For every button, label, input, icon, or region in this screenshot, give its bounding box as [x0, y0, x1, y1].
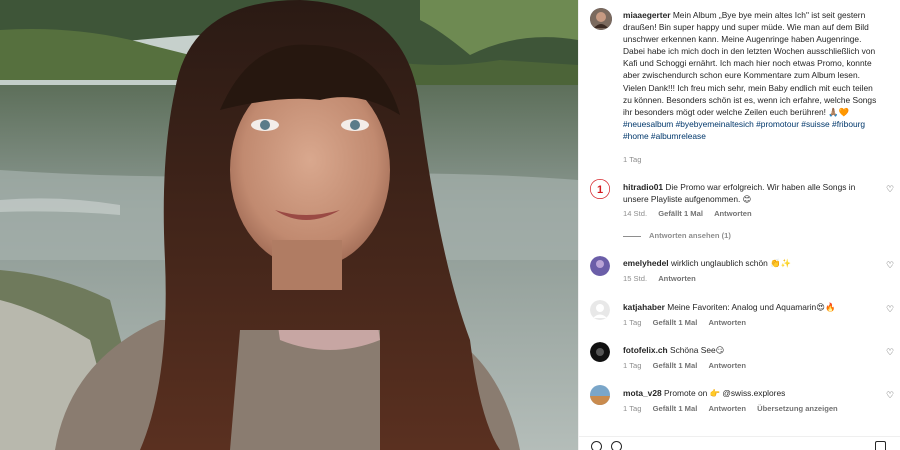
reply-button[interactable]: Antworten [708, 404, 746, 413]
comment-item: emelyhedel wirklich unglaublich schön 👏✨ [623, 257, 875, 269]
comment-avatar[interactable] [590, 256, 610, 276]
replies-divider [623, 235, 641, 237]
comment-meta: 14 Std. Gefällt 1 Mal Antworten [623, 209, 752, 218]
post-caption-text: Mein Album „Bye bye mein altes Ich" ist … [623, 10, 877, 117]
post-photo[interactable] [0, 0, 578, 450]
comment-text: Promote on 👉 @swiss.explores [663, 388, 786, 398]
comment-item: katjahaber Meine Favoriten: Analog und A… [623, 301, 875, 313]
heart-icon[interactable] [591, 441, 602, 450]
comment-item: hitradio01 Die Promo war erfolgreich. Wi… [623, 181, 875, 205]
action-bar [579, 436, 900, 450]
post-author-username[interactable]: miaaegerter [623, 10, 671, 20]
comments-panel: miaaegerter Mein Album „Bye bye mein alt… [578, 0, 900, 450]
comment-like-heart-icon[interactable]: ♡ [886, 347, 894, 358]
comment-item: mota_v28 Promote on 👉 @swiss.explores [623, 387, 875, 399]
comment-username[interactable]: emelyhedel [623, 258, 669, 268]
comment-username[interactable]: mota_v28 [623, 388, 662, 398]
comment-meta: 1 Tag Gefällt 1 Mal Antworten [623, 318, 746, 327]
comment-like-heart-icon[interactable]: ♡ [886, 184, 894, 195]
post-author-avatar[interactable] [590, 8, 612, 30]
comment-likes[interactable]: Gefällt 1 Mal [653, 361, 698, 370]
comment-icon[interactable] [611, 441, 622, 450]
post-time: 1 Tag [623, 155, 642, 164]
comment-username[interactable]: hitradio01 [623, 182, 663, 192]
reply-button[interactable]: Antworten [708, 318, 746, 327]
comment-meta: 1 Tag Gefällt 1 Mal Antworten [623, 361, 746, 370]
comment-likes[interactable]: Gefällt 1 Mal [653, 318, 698, 327]
post-caption: miaaegerter Mein Album „Bye bye mein alt… [623, 9, 881, 142]
comment-text: Meine Favoriten: Analog und Aquamarin😍🔥 [667, 302, 836, 312]
comment-like-heart-icon[interactable]: ♡ [886, 304, 894, 315]
svg-text:1: 1 [597, 184, 603, 196]
comment-avatar[interactable] [590, 385, 610, 405]
comment-meta: 15 Std. Antworten [623, 274, 696, 283]
reply-button[interactable]: Antworten [714, 209, 752, 218]
reply-button[interactable]: Antworten [708, 361, 746, 370]
comment-avatar[interactable]: 1 [590, 179, 610, 199]
comment-username[interactable]: katjahaber [623, 302, 665, 312]
comment-meta: 1 Tag Gefällt 1 Mal Antworten Übersetzun… [623, 404, 838, 413]
comment-likes[interactable]: Gefällt 1 Mal [658, 209, 703, 218]
comment-text: wirklich unglaublich schön 👏✨ [670, 258, 791, 268]
comment-likes[interactable]: Gefällt 1 Mal [653, 404, 698, 413]
reply-button[interactable]: Antworten [658, 274, 696, 283]
bookmark-icon[interactable] [875, 441, 886, 450]
comment-avatar[interactable] [590, 342, 610, 362]
comment-username[interactable]: fotofelix.ch [623, 345, 668, 355]
post-hashtags[interactable]: #neuesalbum #byebyemeinaltesich #promoto… [623, 119, 865, 141]
selfie-lake-image [0, 0, 578, 450]
translate-button[interactable]: Übersetzung anzeigen [757, 404, 838, 413]
comment-text: Schöna See😏 [670, 345, 725, 355]
comment-like-heart-icon[interactable]: ♡ [886, 390, 894, 401]
comment-like-heart-icon[interactable]: ♡ [886, 260, 894, 271]
comment-avatar[interactable] [590, 300, 610, 320]
comment-item: fotofelix.ch Schöna See😏 [623, 344, 875, 356]
view-replies-toggle[interactable]: Antworten ansehen (1) [623, 231, 731, 240]
